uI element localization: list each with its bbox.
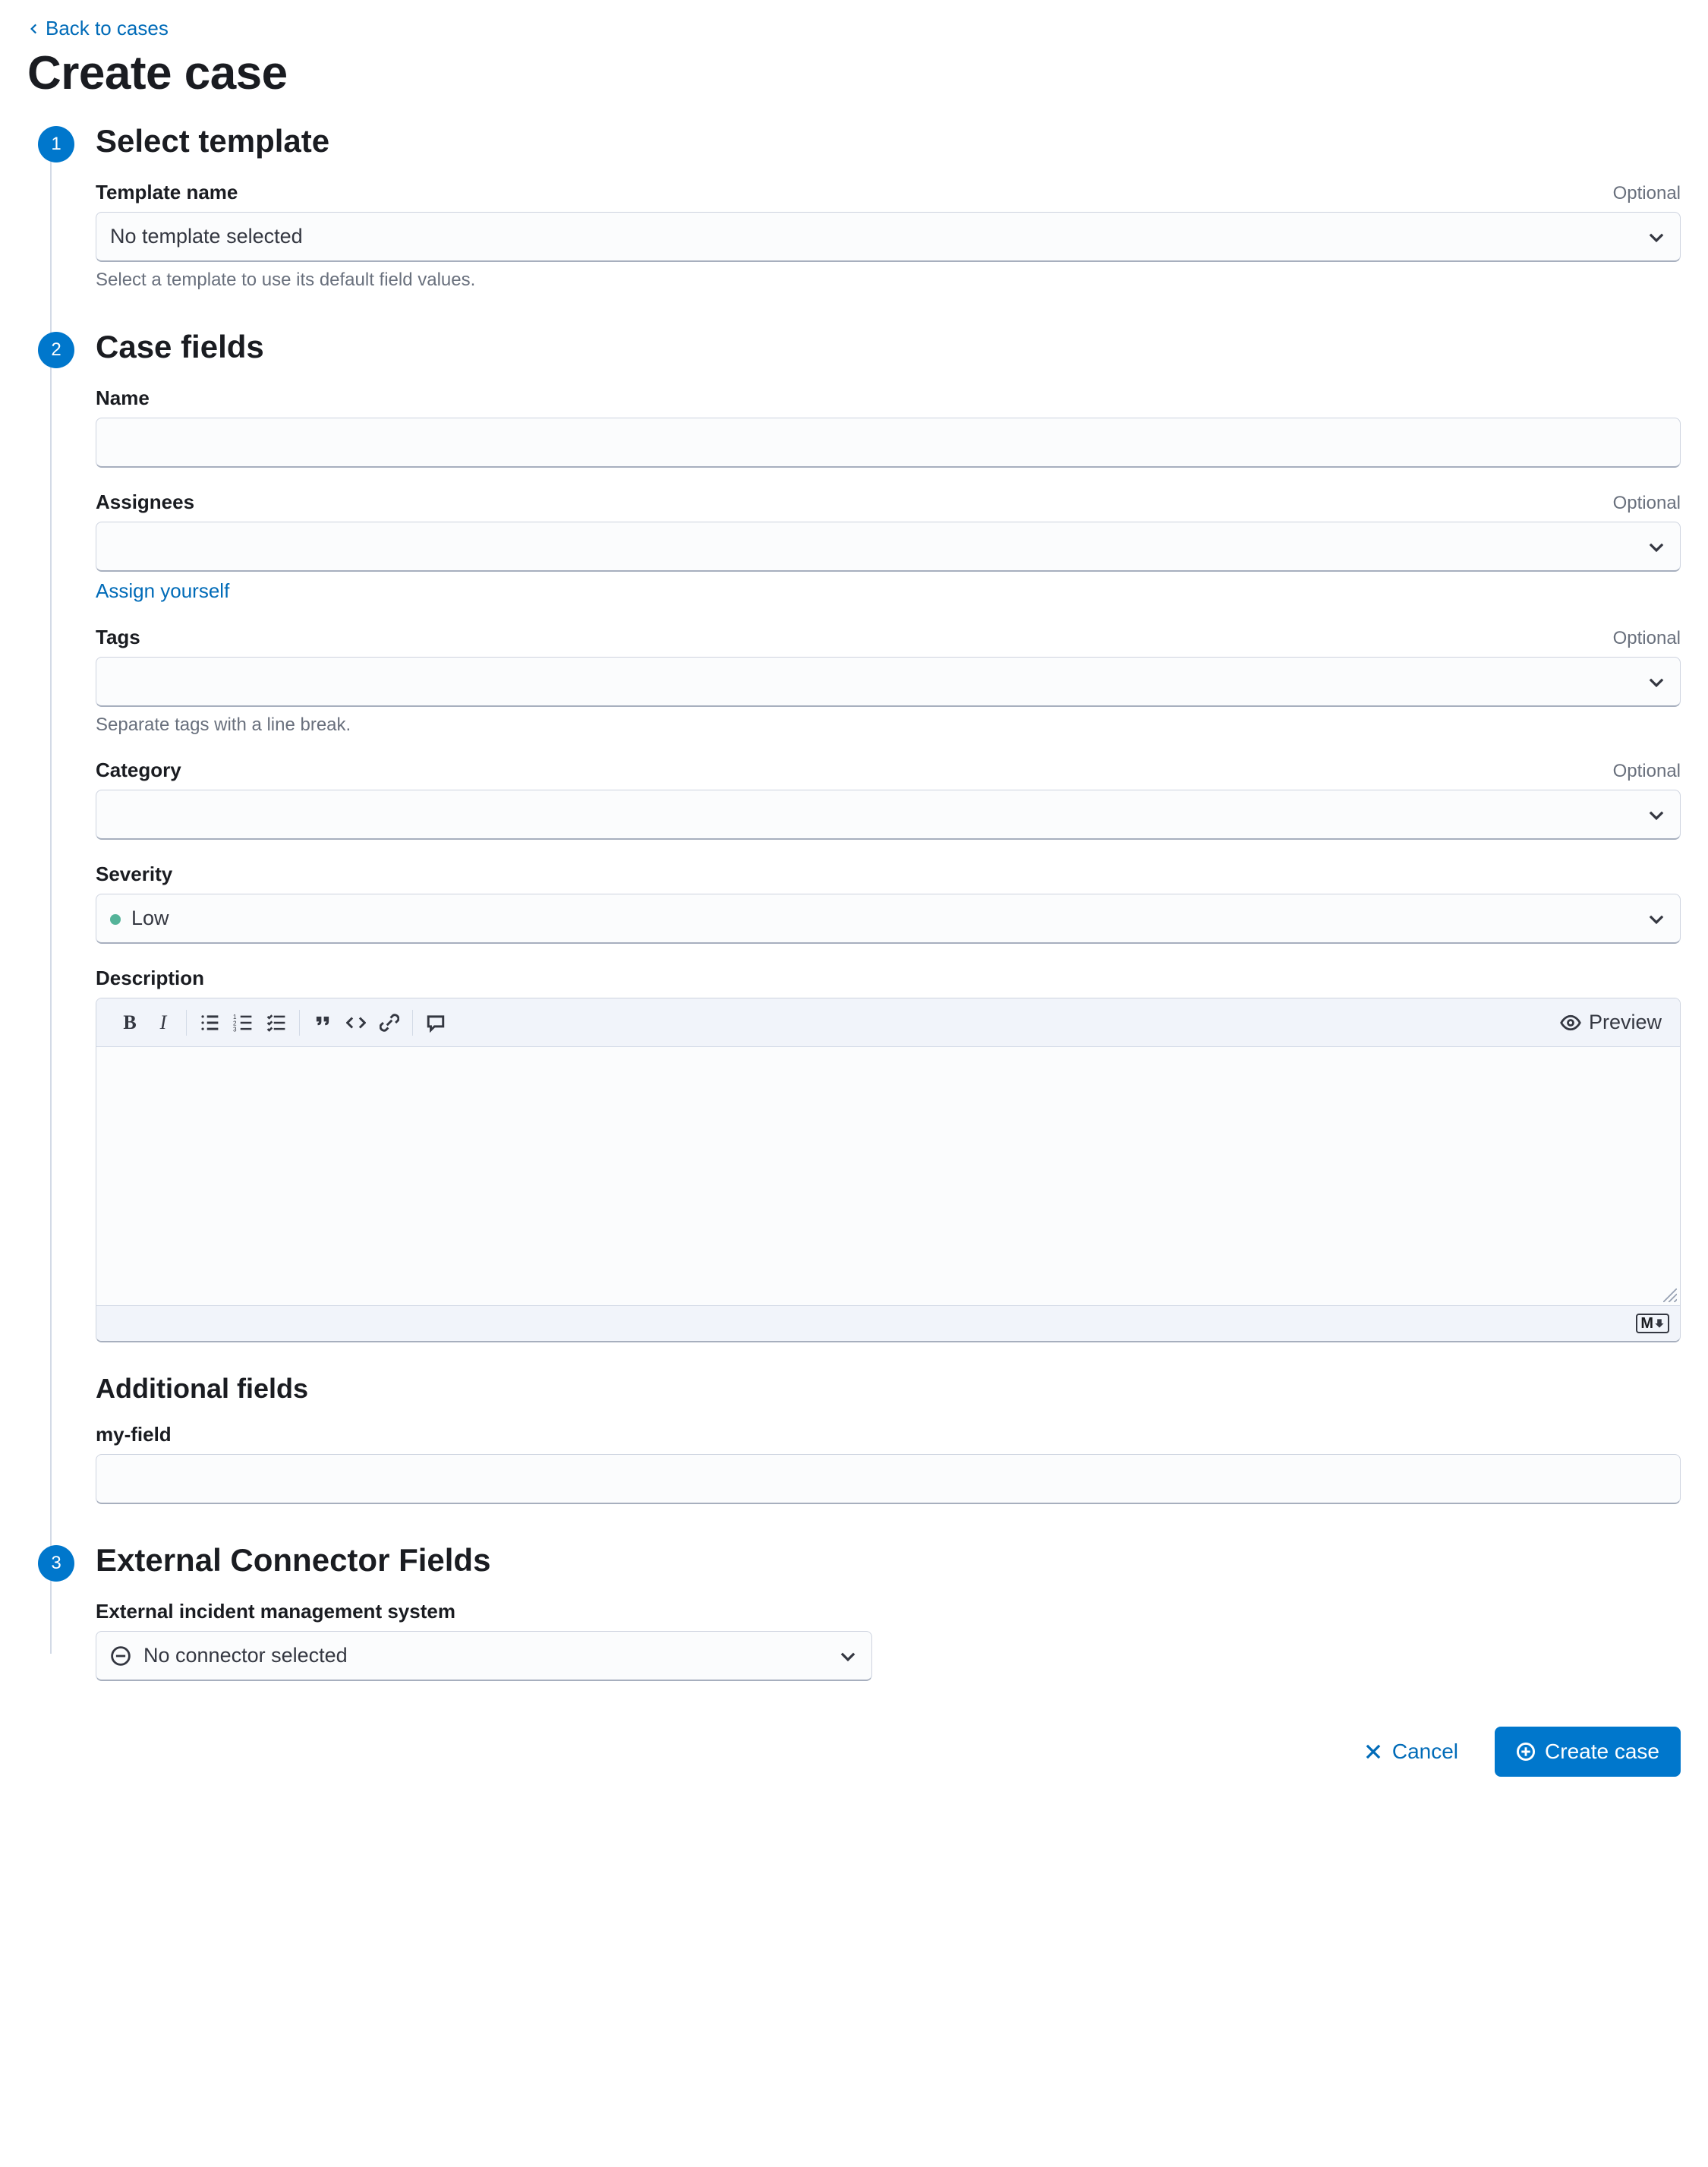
- steps-progress-line: [50, 143, 52, 1654]
- plus-circle-icon: [1516, 1742, 1536, 1762]
- create-case-label: Create case: [1545, 1740, 1659, 1764]
- assignees-optional: Optional: [1613, 493, 1681, 514]
- field-category: Category Optional: [96, 759, 1681, 840]
- editor-footer: M: [96, 1305, 1680, 1341]
- form-footer: Cancel Create case: [27, 1727, 1681, 1777]
- field-connector: External incident management system No c…: [96, 1600, 1681, 1681]
- chevron-down-icon: [1647, 909, 1666, 929]
- severity-label: Severity: [96, 863, 172, 886]
- template-name-optional: Optional: [1613, 183, 1681, 204]
- cancel-label: Cancel: [1392, 1740, 1458, 1764]
- tags-optional: Optional: [1613, 628, 1681, 649]
- name-input[interactable]: [96, 418, 1681, 468]
- template-name-help: Select a template to use its default fie…: [96, 270, 1681, 291]
- comment-button[interactable]: [421, 1008, 451, 1038]
- link-button[interactable]: [374, 1008, 405, 1038]
- chevron-down-icon: [838, 1646, 858, 1666]
- field-description: Description B I: [96, 967, 1681, 1342]
- severity-value-wrap: Low: [110, 907, 1647, 930]
- bold-button[interactable]: B: [115, 1008, 145, 1038]
- cancel-button[interactable]: Cancel: [1342, 1727, 1480, 1777]
- my-field-input[interactable]: [96, 1454, 1681, 1504]
- markdown-icon: M: [1636, 1314, 1669, 1333]
- step3-title: External Connector Fields: [96, 1542, 1681, 1579]
- code-button[interactable]: [341, 1008, 371, 1038]
- tags-help: Separate tags with a line break.: [96, 714, 1681, 736]
- severity-dot-icon: [110, 914, 121, 925]
- field-severity: Severity Low: [96, 863, 1681, 944]
- field-my-field: my-field: [96, 1423, 1681, 1504]
- step-case-fields: 2 Case fields Name Assignees Optional: [96, 329, 1681, 1504]
- quote-button[interactable]: [307, 1008, 338, 1038]
- severity-select[interactable]: Low: [96, 894, 1681, 944]
- template-name-label: Template name: [96, 181, 238, 204]
- checklist-button[interactable]: [261, 1008, 291, 1038]
- preview-label: Preview: [1589, 1011, 1662, 1034]
- tags-label: Tags: [96, 626, 140, 649]
- chevron-down-icon: [1647, 537, 1666, 557]
- assignees-select[interactable]: [96, 522, 1681, 572]
- chevron-down-icon: [1647, 672, 1666, 692]
- field-tags: Tags Optional Separate tags with a line …: [96, 626, 1681, 736]
- severity-value: Low: [131, 907, 169, 929]
- svg-text:3: 3: [233, 1026, 237, 1033]
- back-to-cases-label: Back to cases: [46, 17, 169, 40]
- template-name-value: No template selected: [110, 225, 1647, 248]
- chevron-down-icon: [1647, 805, 1666, 825]
- step-select-template: 1 Select template Template name Optional…: [96, 123, 1681, 291]
- editor-toolbar: B I 123: [96, 998, 1680, 1047]
- name-label: Name: [96, 386, 150, 410]
- resize-handle-icon: [1663, 1289, 1677, 1302]
- eye-icon: [1560, 1012, 1581, 1033]
- field-assignees: Assignees Optional Assign yourself: [96, 490, 1681, 603]
- additional-fields-title: Additional fields: [96, 1373, 1681, 1405]
- assign-yourself-link[interactable]: Assign yourself: [96, 579, 229, 603]
- template-name-select[interactable]: No template selected: [96, 212, 1681, 262]
- connector-label: External incident management system: [96, 1600, 455, 1623]
- minus-circle-icon: [110, 1645, 131, 1667]
- page-title: Create case: [27, 46, 1681, 100]
- field-template-name: Template name Optional No template selec…: [96, 181, 1681, 291]
- ordered-list-button[interactable]: 123: [228, 1008, 258, 1038]
- chevron-left-icon: [27, 22, 41, 36]
- step1-title: Select template: [96, 123, 1681, 159]
- preview-button[interactable]: Preview: [1552, 1006, 1669, 1039]
- step-badge-1: 1: [38, 126, 74, 162]
- step2-title: Case fields: [96, 329, 1681, 365]
- assignees-label: Assignees: [96, 490, 194, 514]
- unordered-list-button[interactable]: [194, 1008, 225, 1038]
- category-select[interactable]: [96, 790, 1681, 840]
- step-badge-3: 3: [38, 1545, 74, 1582]
- category-optional: Optional: [1613, 761, 1681, 782]
- italic-button[interactable]: I: [148, 1008, 178, 1038]
- connector-select[interactable]: No connector selected: [96, 1631, 872, 1681]
- back-to-cases-link[interactable]: Back to cases: [27, 17, 169, 40]
- create-case-button[interactable]: Create case: [1495, 1727, 1681, 1777]
- description-label: Description: [96, 967, 204, 990]
- field-name: Name: [96, 386, 1681, 468]
- description-editor: B I 123: [96, 998, 1681, 1342]
- connector-value: No connector selected: [143, 1644, 348, 1667]
- tags-select[interactable]: [96, 657, 1681, 707]
- description-textarea[interactable]: [96, 1047, 1680, 1305]
- my-field-label: my-field: [96, 1423, 172, 1446]
- step-external-connector: 3 External Connector Fields External inc…: [96, 1542, 1681, 1681]
- close-icon: [1363, 1742, 1383, 1762]
- step-badge-2: 2: [38, 332, 74, 368]
- chevron-down-icon: [1647, 227, 1666, 247]
- category-label: Category: [96, 759, 181, 782]
